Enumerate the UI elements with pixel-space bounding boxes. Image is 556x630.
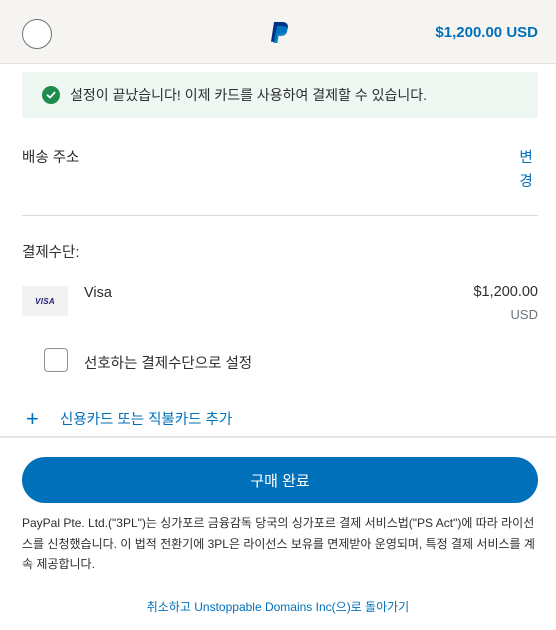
check-circle-icon: [42, 86, 60, 104]
card-name: Visa: [84, 285, 112, 301]
success-banner: 설정이 끝났습니다! 이제 카드를 사용하여 결제할 수 있습니다.: [22, 72, 538, 118]
payment-option-header[interactable]: $1,200.00 USD: [0, 0, 556, 64]
visa-badge-text: VISA: [35, 296, 55, 306]
add-card-link[interactable]: + 신용카드 또는 직불카드 추가: [26, 405, 233, 431]
shipping-address-label: 배송 주소: [22, 150, 80, 166]
legal-disclaimer: PayPal Pte. Ltd.("3PL")는 싱가포르 금융감독 당국의 싱…: [22, 516, 535, 571]
change-address-link[interactable]: 변경: [518, 146, 534, 194]
payment-method-label: 결제수단:: [22, 245, 80, 261]
payment-option-radio[interactable]: [22, 19, 52, 49]
paypal-logo-icon: [271, 22, 288, 43]
footer-separator: [0, 436, 556, 438]
visa-card-icon: VISA: [22, 286, 68, 316]
section-divider: [22, 215, 538, 216]
preferred-method-checkbox[interactable]: [44, 348, 68, 372]
plus-icon: +: [26, 405, 39, 431]
success-message: 설정이 끝났습니다! 이제 카드를 사용하여 결제할 수 있습니다.: [70, 87, 428, 103]
card-currency: USD: [510, 307, 538, 322]
preferred-method-label[interactable]: 선호하는 결제수단으로 설정: [84, 352, 252, 373]
complete-purchase-button[interactable]: 구매 완료: [22, 457, 538, 503]
header-amount: $1,200.00 USD: [435, 24, 538, 41]
cancel-return-link[interactable]: 취소하고 Unstoppable Domains Inc(으)로 돌아가기: [0, 598, 556, 615]
add-card-label: 신용카드 또는 직불카드 추가: [60, 412, 233, 428]
card-amount: $1,200.00: [473, 284, 538, 300]
